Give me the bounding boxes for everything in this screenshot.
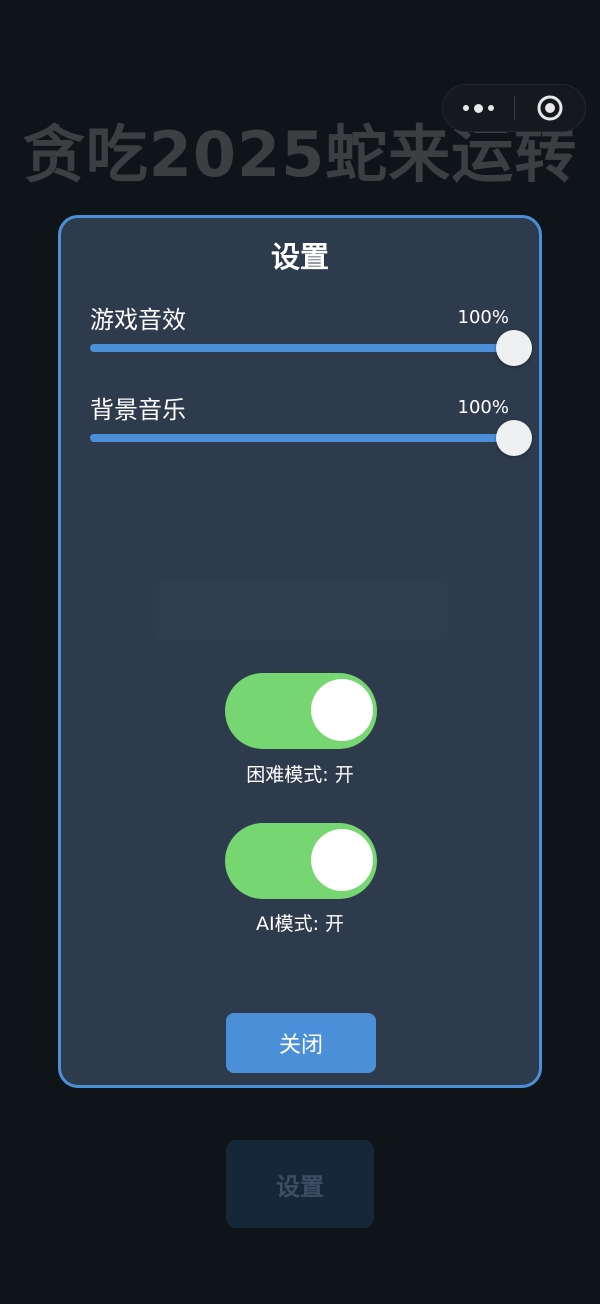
game-screen: 贪吃2025蛇来运转 设置 设置 游戏音效 100% 背景音乐 100% 困难模… [0, 0, 600, 1304]
ai-mode-toggle[interactable] [225, 823, 377, 899]
slider-fill [90, 344, 514, 352]
sound-effects-label: 游戏音效 [90, 306, 186, 334]
background-music-label: 背景音乐 [90, 396, 186, 424]
hard-mode-label: 困难模式: 开 [246, 764, 354, 786]
toggle-knob [311, 829, 373, 891]
slider-thumb[interactable] [496, 420, 532, 456]
close-button[interactable]: 关闭 [226, 1013, 376, 1073]
slider-fill [90, 434, 514, 442]
target-circle-icon[interactable] [515, 85, 585, 131]
modal-title: 设置 [270, 240, 329, 274]
settings-modal: 设置 游戏音效 100% 背景音乐 100% 困难模式: 开 AI模式: 开 关… [58, 215, 542, 1088]
hard-mode-toggle[interactable] [225, 673, 377, 749]
slider-thumb[interactable] [496, 330, 532, 366]
sound-effects-slider[interactable] [90, 330, 532, 366]
mini-program-capsule [442, 84, 586, 132]
ai-mode-label: AI模式: 开 [255, 913, 345, 935]
sound-effects-value: 100% [457, 307, 509, 328]
settings-button[interactable]: 设置 [226, 1140, 374, 1228]
more-dots-icon[interactable] [443, 85, 514, 131]
ghost-region [153, 581, 449, 641]
toggle-knob [311, 679, 373, 741]
background-music-slider[interactable] [90, 420, 532, 456]
background-music-value: 100% [457, 397, 509, 418]
